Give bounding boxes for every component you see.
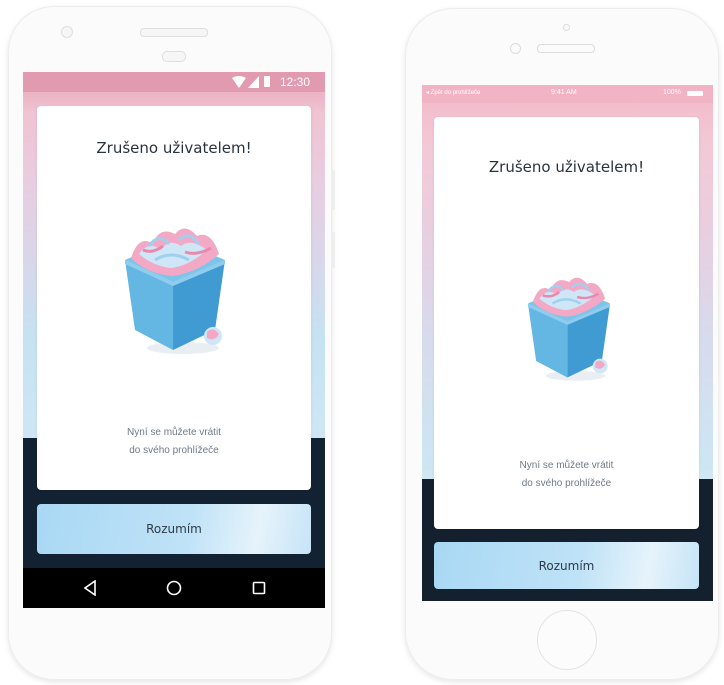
dialog-message-line1: Nyní se můžete vrátit [127, 427, 221, 438]
android-status-bar: 12:30 [23, 72, 325, 92]
android-side-button [331, 170, 335, 210]
iphone-home-button[interactable] [537, 610, 597, 670]
iphone-battery-icon [687, 91, 703, 96]
gift-box-illustration [125, 228, 225, 354]
iphone-status-bar: ◂ Zpět do prohlížeče 9:41 AM 100% [422, 85, 713, 103]
iphone-dialog-title: Zrušeno uživatelem! [488, 158, 645, 176]
android-nav-bar [23, 568, 325, 608]
signal-icon [248, 76, 259, 88]
iphone-camera [563, 24, 570, 31]
android-sensor [162, 51, 186, 62]
recents-square-icon[interactable] [252, 581, 266, 595]
android-speaker [140, 28, 208, 37]
iphone-dialog-card: Zrušeno uživatelem! Nyní se můžete vráti… [434, 117, 699, 529]
iphone-confirm-button[interactable]: Rozumím [434, 542, 699, 589]
wifi-icon [232, 76, 246, 88]
android-screen: 12:30 Zrušeno uživatelem! Nyní se můžete… [23, 72, 325, 608]
gift-box-illustration [527, 277, 611, 381]
iphone-sensor [510, 43, 521, 54]
android-camera [61, 26, 73, 38]
back-triangle-icon[interactable] [83, 580, 97, 596]
dialog-message-line2: do svého prohlížeče [129, 445, 219, 456]
android-dialog-card: Zrušeno uživatelem! Nyní se můžete vráti… [37, 106, 311, 490]
iphone-status-time: 9:41 AM [551, 89, 577, 96]
dialog-message: Nyní se můžete vrátit do svého prohlížeč… [37, 424, 311, 460]
battery-icon [264, 76, 270, 87]
iphone-dialog-message-line1: Nyní se můžete vrátit [519, 460, 614, 471]
back-to-browser-link[interactable]: ◂ Zpět do prohlížeče [426, 89, 480, 96]
iphone-speaker [537, 44, 595, 53]
iphone-dialog-message-line2: do svého prohlížeče [521, 478, 612, 489]
iphone-battery-percent: 100% [663, 89, 681, 96]
android-status-time: 12:30 [280, 75, 311, 89]
home-circle-icon[interactable] [166, 580, 182, 596]
android-side-button-lower [331, 232, 335, 268]
dialog-title: Zrušeno uživatelem! [96, 139, 252, 157]
iphone-dialog-message: Nyní se můžete vrátit do svého prohlížeč… [434, 457, 699, 493]
iphone-screen: ◂ Zpět do prohlížeče 9:41 AM 100% Zrušen… [422, 85, 713, 601]
confirm-button[interactable]: Rozumím [37, 504, 311, 554]
